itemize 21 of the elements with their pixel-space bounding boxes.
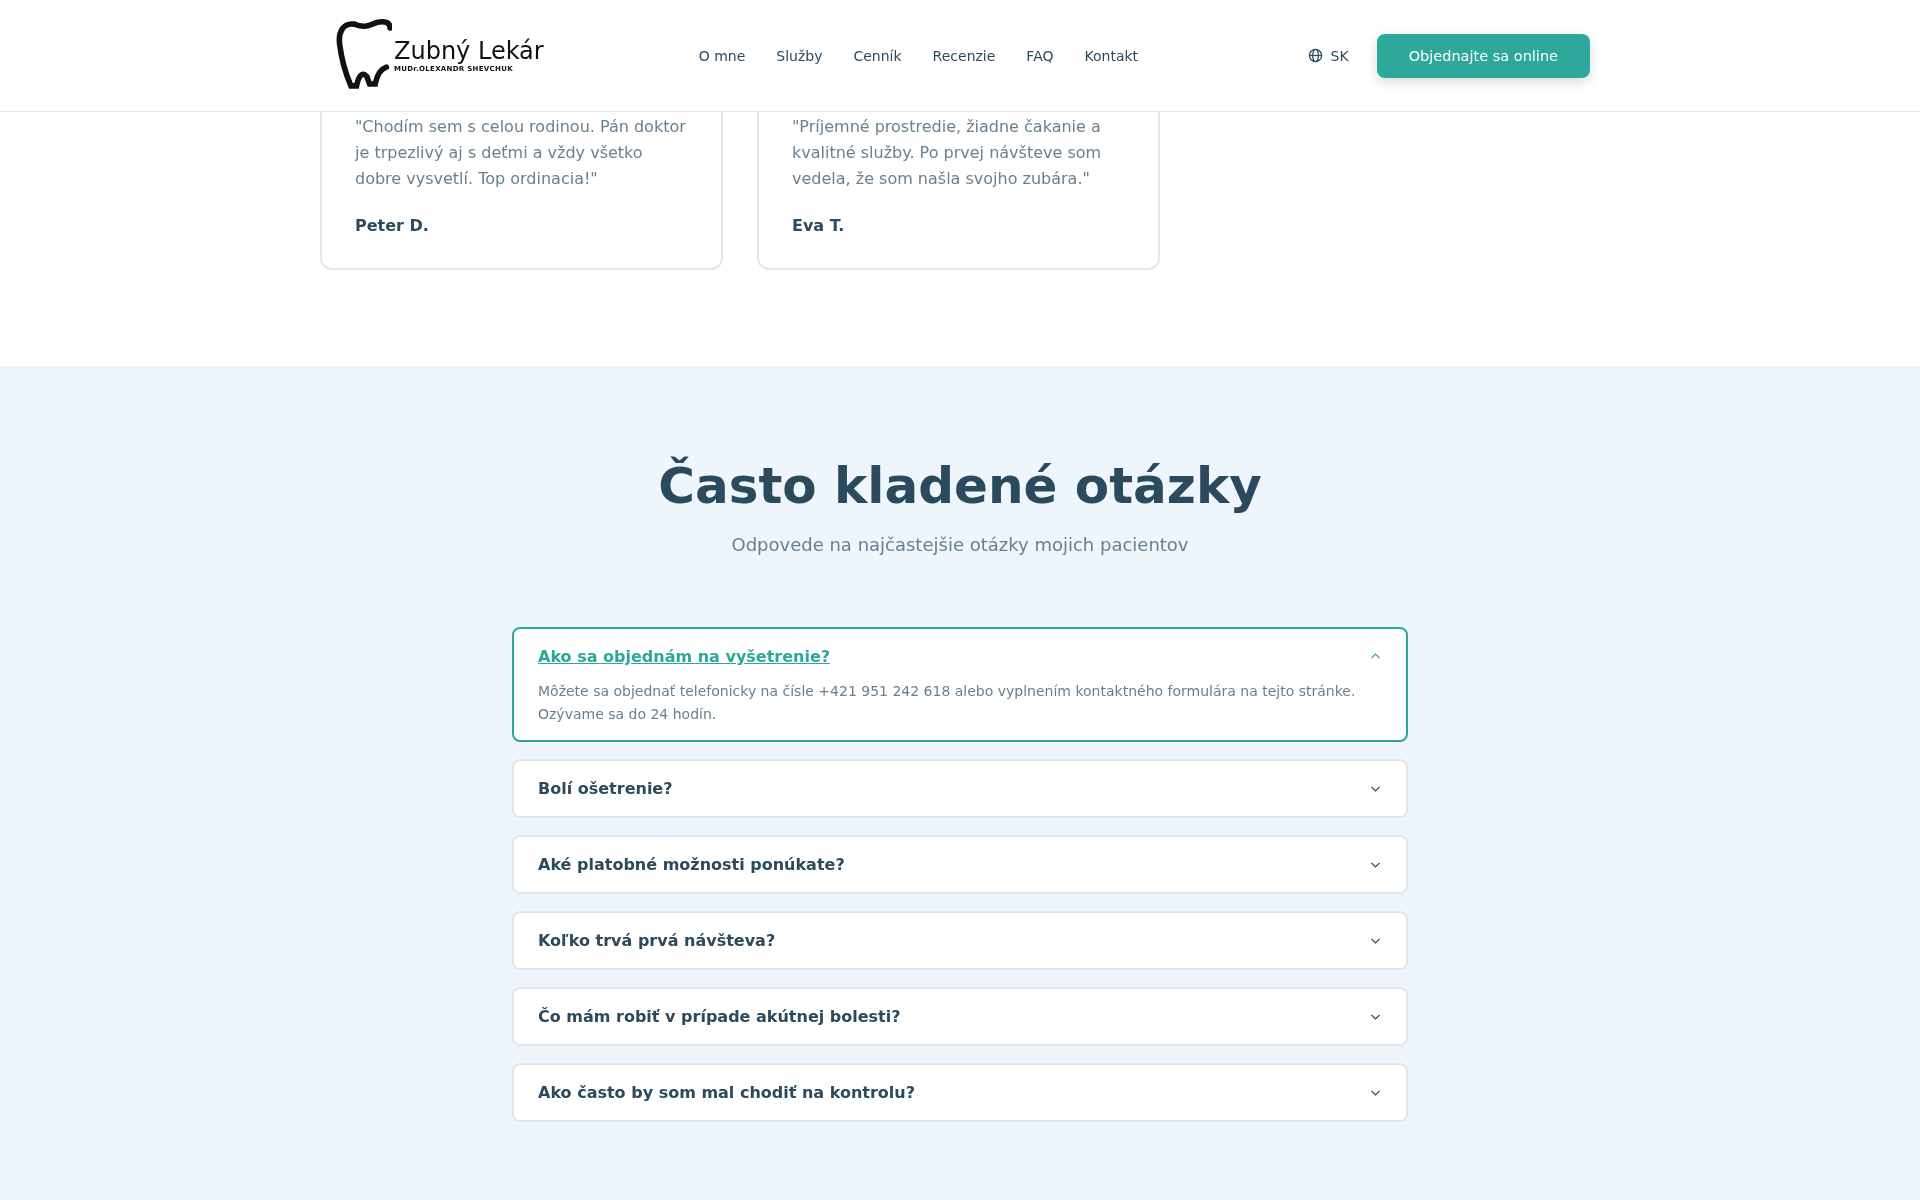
review-quote: "Príjemné prostredie, žiadne čakanie a kvalitné služby. Po prvej návšteve som vedela, že som našla svojho zubára." xyxy=(792,116,1103,190)
nav-link[interactable]: Recenzie xyxy=(932,47,996,64)
section-title: Často kladené otázky xyxy=(657,456,1263,516)
faq-question[interactable]: Koľko trvá prvá návšteva? xyxy=(514,913,1406,968)
faq-question[interactable]: Bolí ošetrenie? xyxy=(514,761,1406,816)
review-author: Eva T. xyxy=(792,216,846,235)
language-button[interactable]: SK xyxy=(1307,47,1349,64)
nav-link[interactable]: O mne xyxy=(698,47,746,64)
nav-link[interactable]: Služby xyxy=(776,47,823,64)
faq-answer: Môžete sa objednať telefonicky na čísle +421 951 242 618 alebo vyplnením kontaktného formulára na tejto stránke. Ozývame sa do 24 hodín. xyxy=(538,682,1357,724)
faq-question[interactable]: Aké platobné možnosti ponúkate? xyxy=(514,837,1406,892)
nav-link[interactable]: Cenník xyxy=(853,47,902,64)
logo-title: Zubný Lekár xyxy=(394,38,544,65)
nav-link[interactable]: Kontakt xyxy=(1084,47,1139,64)
faq-question[interactable]: Ako často by som mal chodiť na kontrolu? xyxy=(514,1065,1406,1120)
faq-question[interactable]: Čo mám robiť v prípade akútnej bolesti? xyxy=(514,989,1406,1044)
nav-link[interactable]: FAQ xyxy=(1026,47,1054,64)
review-quote: "Chodím sem s celou rodinou. Pán doktor je trpezlivý aj s deťmi a vždy všetko dobre vysvetlí. Top ordinacia!" xyxy=(355,116,687,190)
review-author: Peter D. xyxy=(355,216,430,235)
globe-icon xyxy=(1307,48,1323,63)
section-subtitle: Odpovede na najčastejšie otázky mojich pacientov xyxy=(730,534,1190,555)
